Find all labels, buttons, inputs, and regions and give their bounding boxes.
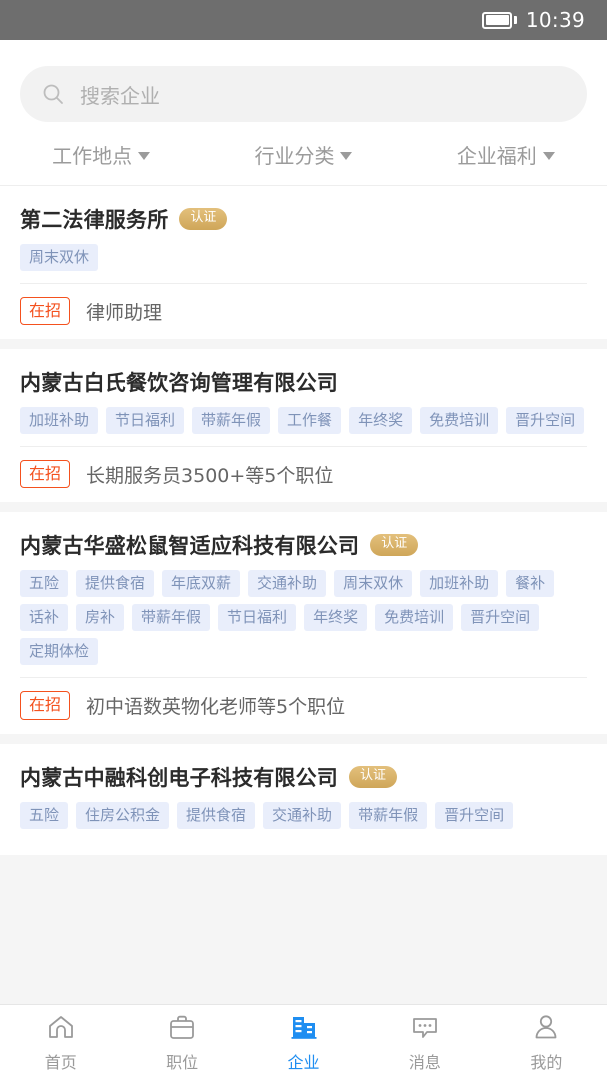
benefit-tag: 交通补助 [263,801,342,829]
benefit-tag: 五险 [20,801,69,829]
chevron-down-icon [340,152,353,160]
tab-label: 首页 [44,1053,77,1072]
company-name: 内蒙古白氏餐饮咨询管理有限公司 [20,371,338,396]
benefit-tag: 餐补 [506,570,555,598]
job-row[interactable]: 在招 初中语数英物化老师等5个职位 [20,691,587,720]
company-name: 内蒙古华盛松鼠智适应科技有限公司 [20,534,360,559]
tab-home[interactable]: 首页 [0,1012,121,1073]
company-card[interactable]: 内蒙古华盛松鼠智适应科技有限公司 认证 五险 提供食宿 年底双薪 交通补助 周末双休 加班补助… [0,512,607,734]
job-title: 初中语数英物化老师等5个职位 [86,695,346,718]
hiring-badge: 在招 [20,297,71,326]
filter-industry[interactable]: 行业分类 [202,140,404,169]
company-card-header: 内蒙古中融科创电子科技有限公司 认证 [20,762,587,792]
tab-label: 消息 [408,1053,441,1072]
job-row[interactable]: 在招 律师助理 [20,297,587,326]
verified-badge: 认证 [349,765,398,788]
filter-bar: 工作地点 行业分类 企业福利 [0,122,607,186]
benefit-tag: 晋升空间 [506,407,585,435]
benefit-tag: 加班补助 [20,407,99,435]
benefit-tag: 交通补助 [248,570,327,598]
benefit-tag: 周末双休 [20,244,99,271]
benefit-tag: 年终奖 [304,604,368,632]
card-divider [20,677,587,679]
verified-badge: 认证 [179,208,228,230]
company-card-header: 内蒙古华盛松鼠智适应科技有限公司 认证 [20,530,587,560]
benefit-tag: 年底双薪 [162,570,241,598]
benefit-tag: 住房公积金 [76,801,170,829]
company-card[interactable]: 内蒙古中融科创电子科技有限公司 认证 五险 住房公积金 提供食宿 交通补助 带薪年假 晋升空间 [0,743,607,855]
company-name: 内蒙古中融科创电子科技有限公司 [20,765,338,790]
benefit-tag: 加班补助 [420,570,499,598]
filter-industry-label: 行业分类 [254,144,335,168]
card-divider [20,283,587,284]
benefit-tag-list: 加班补助 节日福利 带薪年假 工作餐 年终奖 免费培训 晋升空间 [20,407,587,435]
card-divider [20,446,587,448]
benefit-tag: 晋升空间 [435,801,514,829]
company-card-header: 内蒙古白氏餐饮咨询管理有限公司 [20,367,587,397]
benefit-tag: 五险 [20,570,69,598]
benefit-tag-list: 周末双休 [20,244,587,271]
filter-location-label: 工作地点 [52,144,133,168]
search-section: 搜索企业 [0,40,607,122]
filter-benefits[interactable]: 企业福利 [405,140,607,169]
status-bar-clock: 10:39 [525,8,585,32]
verified-badge: 认证 [370,534,419,557]
tab-briefcase[interactable]: 职位 [121,1012,242,1073]
benefit-tag: 免费培训 [375,604,454,632]
benefit-tag-list: 五险 提供食宿 年底双薪 交通补助 周末双休 加班补助 餐补话补 房补 带薪年假 节日福利 年终奖免… [20,570,587,666]
benefit-tag: 提供食宿 [76,570,155,598]
chevron-down-icon [542,152,555,160]
briefcase-icon [167,1012,197,1046]
benefit-tag: 定期体检 [20,638,99,666]
benefit-tag-list: 五险 住房公积金 提供食宿 交通补助 带薪年假 晋升空间 [20,801,587,829]
filter-location[interactable]: 工作地点 [0,140,202,169]
tab-label: 职位 [166,1053,199,1072]
job-title: 长期服务员3500+等5个职位 [86,464,334,487]
company-card[interactable]: 第二法律服务所 认证 周末双休 在招 律师助理 [0,186,607,340]
home-icon [46,1012,76,1046]
company-card-header: 第二法律服务所 认证 [20,204,587,234]
benefit-tag: 提供食宿 [177,801,256,829]
person-icon [531,1012,561,1046]
benefit-tag: 晋升空间 [461,604,540,632]
chevron-down-icon [138,152,151,160]
company-list-screen: 10:39 搜索企业 工作地点 行业分类 企业福利 第二法律服务所 认证 周末双… [0,0,607,1080]
chat-icon [410,1012,440,1046]
benefit-tag: 工作餐 [278,407,342,435]
benefit-tag: 房补 [76,604,125,632]
job-title: 律师助理 [86,301,163,324]
tab-chat[interactable]: 消息 [364,1012,485,1073]
tab-label: 我的 [530,1053,563,1072]
search-icon [42,83,64,105]
tab-building[interactable]: 企业 [243,1012,364,1073]
search-placeholder: 搜索企业 [80,83,160,108]
company-name: 第二法律服务所 [20,208,169,232]
building-icon [289,1012,319,1046]
benefit-tag: 节日福利 [218,604,297,632]
job-row[interactable]: 在招 长期服务员3500+等5个职位 [20,460,587,489]
hiring-badge: 在招 [20,460,71,489]
company-card[interactable]: 内蒙古白氏餐饮咨询管理有限公司 加班补助 节日福利 带薪年假 工作餐 年终奖 免费培训 晋升空… [0,349,607,503]
tab-person[interactable]: 我的 [486,1012,607,1073]
search-input[interactable]: 搜索企业 [20,66,587,122]
benefit-tag: 周末双休 [334,570,413,598]
benefit-tag: 带薪年假 [349,801,428,829]
hiring-badge: 在招 [20,691,71,720]
tab-label: 企业 [287,1053,320,1072]
benefit-tag: 带薪年假 [132,604,211,632]
company-list[interactable]: 第二法律服务所 认证 周末双休 在招 律师助理 内蒙古白氏餐饮咨询管理有限公司 加班补助 节日… [0,186,607,1080]
benefit-tag: 节日福利 [106,407,185,435]
filter-benefits-label: 企业福利 [456,144,537,168]
benefit-tag: 年终奖 [349,407,413,435]
benefit-tag: 免费培训 [420,407,499,435]
status-bar: 10:39 [0,0,607,40]
battery-full-icon [482,11,517,29]
benefit-tag: 话补 [20,604,69,632]
bottom-tab-bar: 首页 职位 企业 消息 我的 [0,1004,607,1080]
benefit-tag: 带薪年假 [192,407,271,435]
